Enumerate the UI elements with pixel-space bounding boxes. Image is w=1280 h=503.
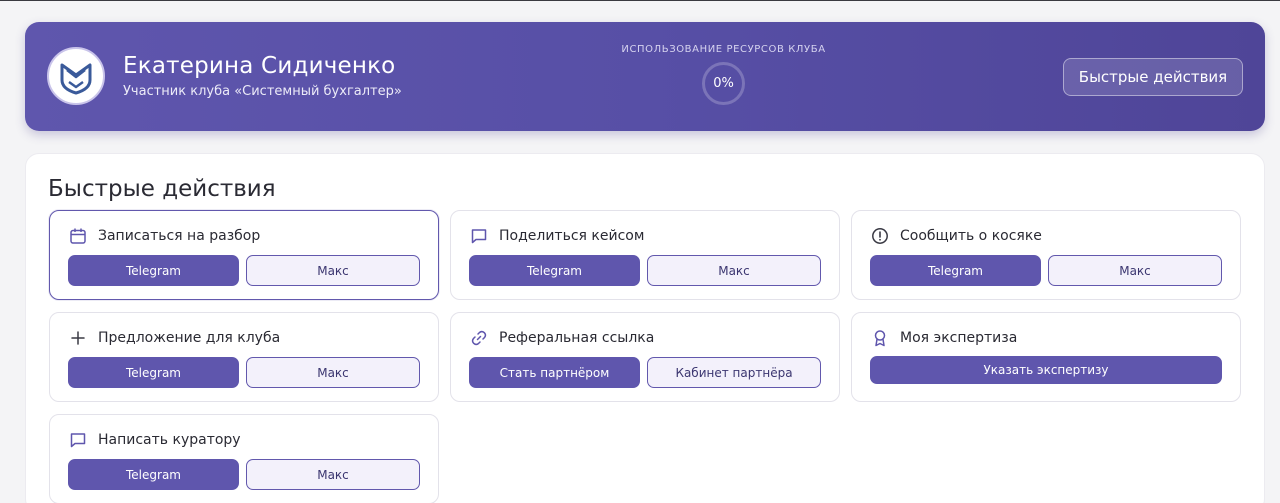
quick-actions-panel: Быстрые действия Записаться на разбор Te… <box>25 153 1265 503</box>
card-book-review: Записаться на разбор Telegram Макс <box>49 210 439 300</box>
card-report-issue: Сообщить о косяке Telegram Макс <box>851 210 1241 300</box>
quick-actions-button[interactable]: Быстрые действия <box>1063 58 1243 96</box>
panel-title: Быстрые действия <box>48 176 276 202</box>
profile-header: Екатерина Сидиченко Участник клуба «Сист… <box>25 22 1265 131</box>
user-name: Екатерина Сидиченко <box>123 53 396 79</box>
set-expertise-button[interactable]: Указать экспертизу <box>870 356 1222 384</box>
alert-icon <box>870 226 890 246</box>
card-write-curator: Написать куратору Telegram Макс <box>49 414 439 503</box>
max-button[interactable]: Макс <box>647 255 821 286</box>
card-share-case: Поделиться кейсом Telegram Макс <box>450 210 840 300</box>
card-title: Сообщить о косяке <box>900 228 1042 244</box>
card-referral-link: Реферальная ссылка Стать партнёром Кабин… <box>450 312 840 402</box>
card-title: Поделиться кейсом <box>499 228 645 244</box>
max-button[interactable]: Макс <box>246 357 420 388</box>
top-divider <box>0 0 1280 1</box>
usage-label: ИСПОЛЬЗОВАНИЕ РЕСУРСОВ КЛУБА <box>621 44 826 55</box>
max-button[interactable]: Макс <box>246 255 420 286</box>
telegram-button[interactable]: Telegram <box>68 255 239 286</box>
telegram-button[interactable]: Telegram <box>68 357 239 388</box>
telegram-button[interactable]: Telegram <box>68 459 239 490</box>
card-title: Записаться на разбор <box>98 228 261 244</box>
usage-value: 0% <box>713 76 734 91</box>
partner-cabinet-button[interactable]: Кабинет партнёра <box>647 357 821 388</box>
telegram-button[interactable]: Telegram <box>870 255 1041 286</box>
calendar-icon <box>68 226 88 246</box>
chat-icon <box>469 226 489 246</box>
usage-ring: 0% <box>702 62 745 105</box>
club-logo-icon <box>47 47 105 105</box>
card-title: Реферальная ссылка <box>499 330 655 346</box>
max-button[interactable]: Макс <box>246 459 420 490</box>
link-icon <box>469 328 489 348</box>
become-partner-button[interactable]: Стать партнёром <box>469 357 640 388</box>
award-icon <box>870 328 890 348</box>
card-club-suggestion: Предложение для клуба Telegram Макс <box>49 312 439 402</box>
max-button[interactable]: Макс <box>1048 255 1222 286</box>
plus-icon <box>68 328 88 348</box>
user-role: Участник клуба «Системный бухгалтер» <box>123 84 402 99</box>
telegram-button[interactable]: Telegram <box>469 255 640 286</box>
card-title: Написать куратору <box>98 432 241 448</box>
chat-icon <box>68 430 88 450</box>
card-title: Предложение для клуба <box>98 330 281 346</box>
card-my-expertise: Моя экспертиза Указать экспертизу <box>851 312 1241 402</box>
card-title: Моя экспертиза <box>900 330 1018 346</box>
